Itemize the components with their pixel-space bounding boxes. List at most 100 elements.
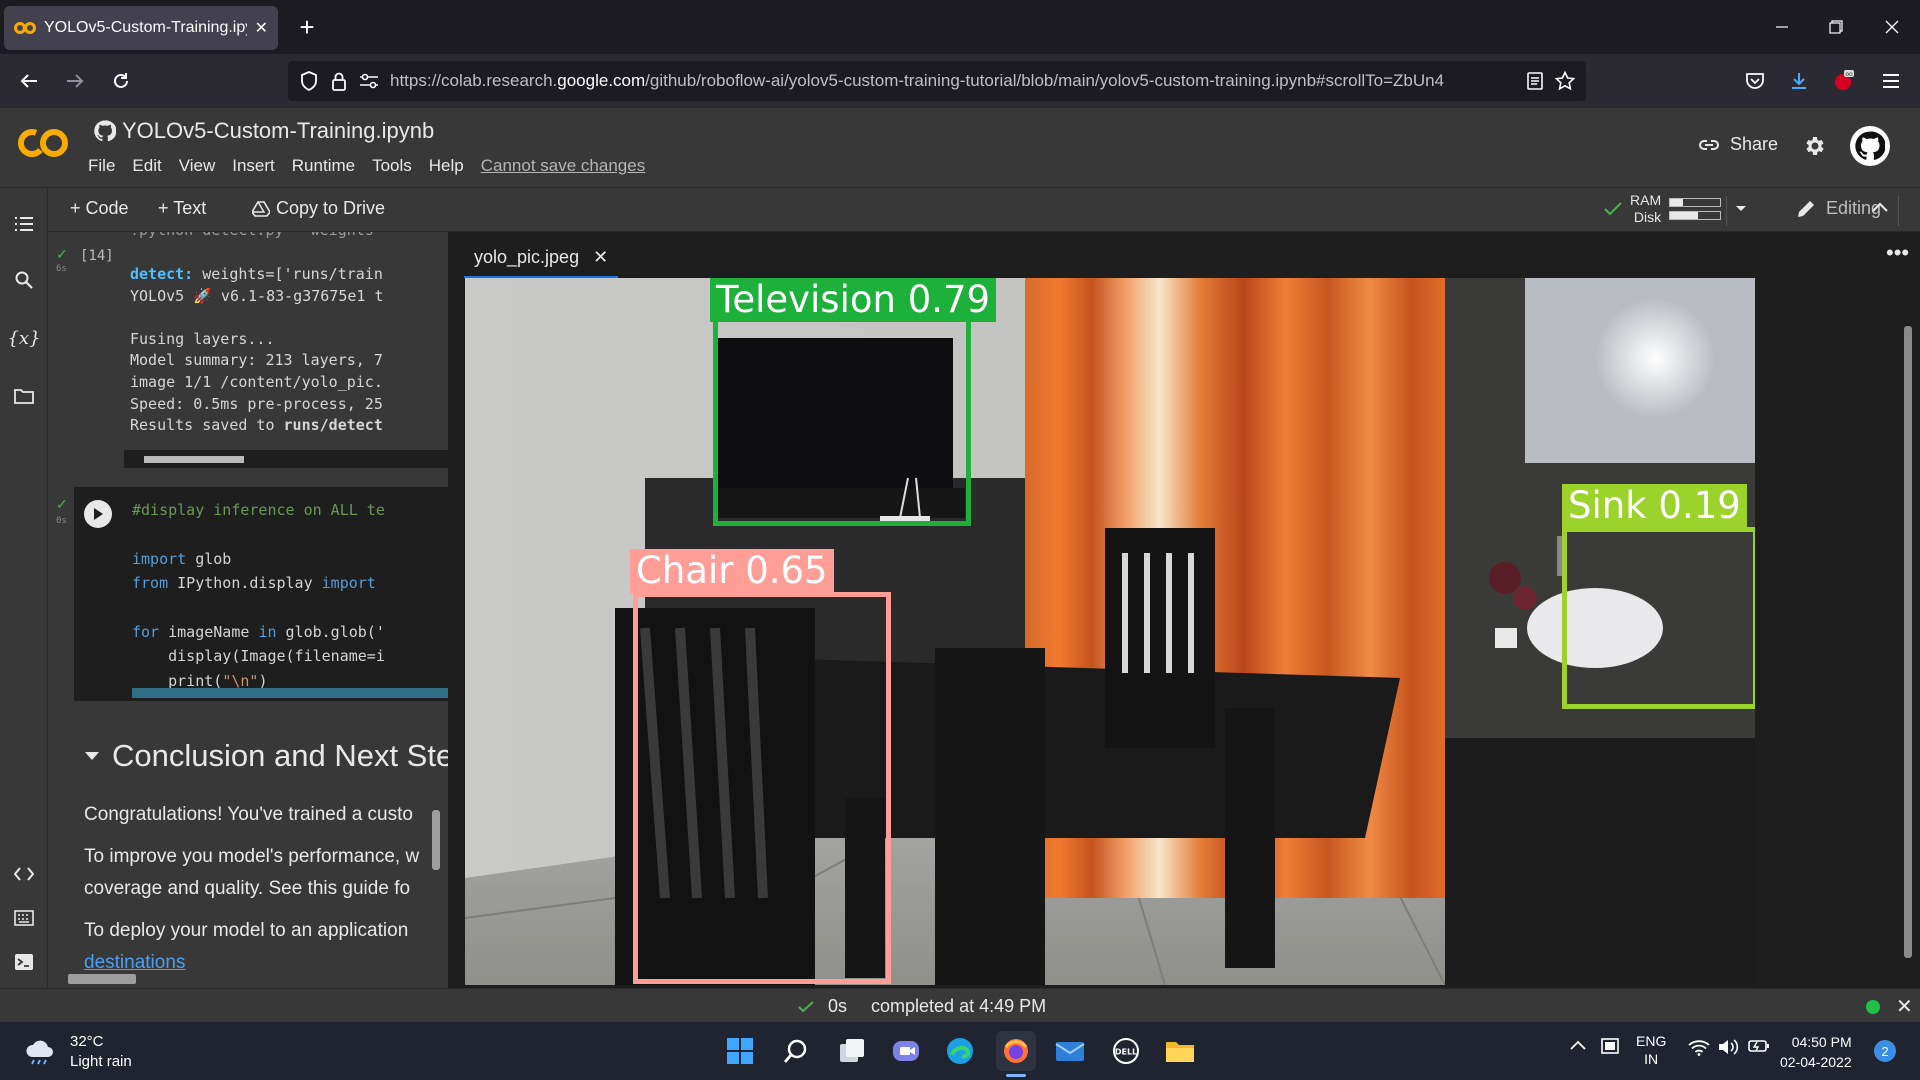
copy-to-drive-button[interactable]: Copy to Drive [252, 198, 385, 219]
code-text: glob [186, 549, 232, 568]
code-text: glob.glob(' [276, 623, 385, 642]
reader-view-icon[interactable] [1520, 61, 1550, 101]
menu-hamburger-icon[interactable] [1874, 64, 1908, 98]
menu-file[interactable]: File [88, 156, 115, 176]
bookmark-star-icon[interactable] [1550, 61, 1580, 101]
runtime-dropdown-icon[interactable] [1735, 205, 1747, 213]
colab-menu-bar: File Edit View Insert Runtime Tools Help… [88, 156, 662, 176]
text-paragraph: To deploy your model to an application [84, 920, 409, 941]
more-options-icon[interactable]: ••• [1886, 240, 1909, 266]
firefox-browser-icon[interactable] [996, 1031, 1036, 1071]
settings-gear-icon[interactable] [1802, 134, 1826, 158]
weather-widget[interactable]: 32°C Light rain [24, 1032, 132, 1072]
taskbar-search-icon[interactable] [776, 1031, 816, 1071]
menu-insert[interactable]: Insert [232, 156, 275, 176]
detection-box-television [713, 311, 971, 526]
pocket-icon[interactable] [1738, 64, 1772, 98]
edge-browser-icon[interactable] [940, 1031, 980, 1071]
back-arrow-icon[interactable] [12, 64, 46, 98]
new-tab-button[interactable]: + [292, 12, 322, 42]
left-sidebar-rail: {x} [0, 188, 48, 988]
scrollbar-thumb[interactable] [144, 456, 244, 463]
file-tab-yolo-pic[interactable]: yolo_pic.jpeg ✕ [464, 238, 619, 278]
notebook-title[interactable]: YOLOv5-Custom-Training.ipynb [94, 118, 434, 144]
system-clock[interactable]: 04:50 PM 02-04-2022 [1780, 1032, 1852, 1072]
url-text[interactable]: https://colab.research.google.com/github… [390, 71, 1520, 91]
cut-off-code-line: !python detect.py --weights [130, 232, 374, 242]
destinations-link[interactable]: destinations [84, 952, 185, 974]
github-avatar-icon [1855, 131, 1885, 160]
minimize-window-icon[interactable] [1762, 10, 1802, 44]
menu-edit[interactable]: Edit [132, 156, 161, 176]
collapse-header-icon[interactable] [1872, 202, 1888, 212]
colab-header: YOLOv5-Custom-Training.ipynb File Edit V… [0, 108, 1920, 188]
windows-start-icon[interactable] [720, 1031, 760, 1071]
add-text-button[interactable]: + Text [158, 198, 206, 219]
share-button[interactable]: Share [1698, 134, 1778, 155]
menu-view[interactable]: View [179, 156, 216, 176]
lock-icon[interactable] [324, 61, 354, 101]
ram-bar-fill [1670, 199, 1683, 206]
menu-runtime[interactable]: Runtime [292, 156, 355, 176]
colab-logo-icon[interactable] [18, 126, 70, 160]
teams-chat-icon[interactable] [886, 1031, 926, 1071]
execution-status[interactable]: 0s completed at 4:49 PM [798, 996, 1046, 1017]
section-heading[interactable]: Conclusion and Next Ste [84, 738, 448, 774]
cell-scrollbar[interactable] [132, 688, 448, 698]
collapse-section-icon[interactable] [84, 751, 100, 761]
reload-icon[interactable] [104, 64, 138, 98]
play-icon [94, 508, 103, 520]
cell-output: detect: weights=['runs/train YOLOv5 🚀 v6… [130, 264, 383, 437]
volume-icon[interactable] [1718, 1038, 1740, 1056]
wifi-icon[interactable] [1688, 1040, 1710, 1056]
viewer-vertical-scrollbar[interactable] [1904, 326, 1912, 958]
notebook-vertical-scrollbar[interactable] [432, 810, 440, 870]
editing-mode-button[interactable]: Editing [1796, 198, 1881, 219]
output-horizontal-scrollbar[interactable] [124, 450, 448, 468]
close-tab-icon[interactable]: ✕ [255, 18, 268, 38]
add-code-button[interactable]: + Code [70, 198, 129, 219]
table-of-contents-icon[interactable] [10, 210, 38, 238]
command-palette-icon[interactable] [10, 904, 38, 932]
forward-arrow-icon[interactable] [58, 64, 92, 98]
notebook-pane[interactable]: !python detect.py --weights ✓ [14] 6s de… [48, 232, 448, 988]
permissions-icon[interactable] [354, 61, 384, 101]
execution-duration: 0s [828, 996, 848, 1016]
browser-tab-active[interactable]: YOLOv5-Custom-Training.ipynb ✕ [4, 6, 278, 50]
tracking-shield-icon[interactable] [294, 61, 324, 101]
notebook-horizontal-scrollbar[interactable] [68, 974, 136, 984]
cannot-save-link[interactable]: Cannot save changes [481, 156, 645, 176]
code-cell-source[interactable]: #display inference on ALL te import glob… [132, 498, 385, 693]
battery-icon[interactable] [1748, 1039, 1770, 1053]
show-hidden-icons[interactable] [1570, 1040, 1586, 1050]
downloads-icon[interactable] [1782, 64, 1816, 98]
browser-tab-strip: YOLOv5-Custom-Training.ipynb ✕ + [0, 0, 1920, 54]
close-file-tab-icon[interactable]: ✕ [593, 247, 608, 268]
task-view-icon[interactable] [832, 1031, 872, 1071]
close-status-icon[interactable]: ✕ [1896, 994, 1913, 1019]
folder-icon[interactable] [10, 382, 38, 410]
menu-help[interactable]: Help [429, 156, 464, 176]
mail-icon[interactable] [1050, 1031, 1090, 1071]
region-code: IN [1644, 1051, 1659, 1067]
dell-icon[interactable]: DELL [1106, 1031, 1146, 1071]
language-indicator[interactable]: ENG IN [1636, 1032, 1666, 1068]
notification-badge[interactable]: 2 [1874, 1040, 1896, 1062]
file-explorer-icon[interactable] [1160, 1031, 1200, 1071]
tray-app-icon[interactable] [1600, 1036, 1620, 1056]
search-icon[interactable] [10, 266, 38, 294]
close-window-icon[interactable] [1872, 10, 1912, 44]
link-icon [1699, 139, 1719, 150]
extension-icon[interactable]: oo [1826, 64, 1860, 98]
account-avatar[interactable] [1850, 126, 1890, 166]
restore-window-icon[interactable] [1816, 10, 1856, 44]
keyword-import: import [132, 549, 187, 568]
address-bar[interactable]: https://colab.research.google.com/github… [288, 61, 1586, 101]
run-cell-button[interactable] [84, 500, 112, 528]
variables-icon[interactable]: {x} [7, 324, 40, 352]
menu-tools[interactable]: Tools [372, 156, 412, 176]
code-snippets-icon[interactable] [10, 860, 38, 888]
terminal-icon[interactable] [10, 948, 38, 976]
cell-run-time: 0s [56, 516, 67, 526]
active-app-indicator [1006, 1074, 1026, 1077]
